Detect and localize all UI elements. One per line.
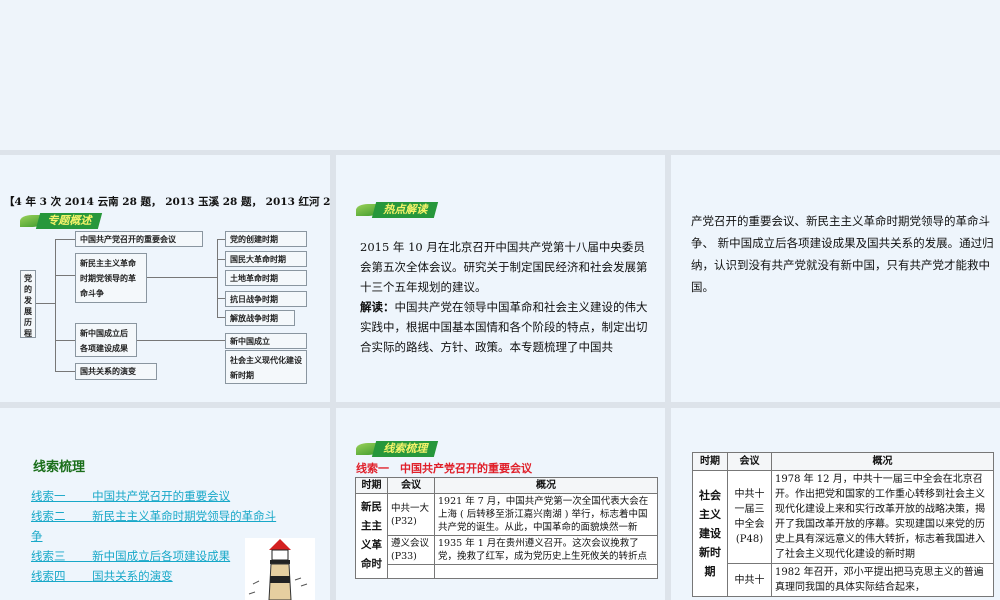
lighthouse-icon xyxy=(248,539,308,600)
hotspot-banner: 热点解读 xyxy=(356,202,439,218)
overview-banner: 专题概述 xyxy=(20,213,103,229)
table-row: 遵义会议 (P33) 1935 年 1 月在贵州遵义召开。这次会议挽救了党，挽救了… xyxy=(356,535,658,565)
clue-banner: 线索梳理 xyxy=(356,441,439,457)
tree-node: 党的创建时期 xyxy=(225,231,307,247)
table-row: 中共十 1982 年召开，邓小平提出把马克思主义的普遍真理同我国的具体实际结合起来… xyxy=(693,563,994,597)
clue1-continued-panel: 时期 会议 概况 社会主义建设新时期 中共十一届三中全会 (P48) 1978 年 12… xyxy=(671,408,1000,600)
tree-node: 新民主主义革命时期党领导的革命斗争 xyxy=(75,253,147,303)
clue-list-panel: 线索梳理 线索一 中国共产党召开的重要会议 线索二 新民主主义革命时期党领导的革… xyxy=(0,408,330,600)
tree-node: 解放战争时期 xyxy=(225,310,295,326)
clue1-panel: 线索梳理 线索一 中国共产党召开的重要会议 时期 会议 概况 新民主主义革命时 中共一… xyxy=(336,408,665,600)
clue1-table: 时期 会议 概况 新民主主义革命时 中共一大 (P32) 1921 年 7 月，中国共产… xyxy=(355,477,658,579)
clue1-title: 线索一 中国共产党召开的重要会议 xyxy=(356,462,532,475)
tree-node: 新中国成立后各项建设成果 xyxy=(75,323,137,357)
tree-node: 新中国成立 xyxy=(225,333,307,349)
tree-node: 土地革命时期 xyxy=(225,270,307,286)
tree-node: 国民大革命时期 xyxy=(225,251,307,267)
hotspot-panel: 热点解读 2015 年 10 月在北京召开中国共产党第十八届中央委员会第五次全体… xyxy=(336,155,665,402)
clue1b-table: 时期 会议 概况 社会主义建设新时期 中共十一届三中全会 (P48) 1978 年 12… xyxy=(692,452,994,597)
lighthouse-image xyxy=(245,538,315,600)
clue-link-1[interactable]: 线索一 中国共产党召开的重要会议 xyxy=(31,486,286,506)
tree-node: 中国共产党召开的重要会议 xyxy=(75,231,203,247)
tree-node: 社会主义现代化建设新时期 xyxy=(225,350,307,384)
tree-root: 党的发展历程 xyxy=(20,270,36,338)
tree-node: 抗日战争时期 xyxy=(225,291,307,307)
exam-note: 【4 年 3 次 2014 云南 28 题， 2013 玉溪 28 题， 201… xyxy=(4,196,330,208)
hotspot-news: 2015 年 10 月在北京召开中国共产党第十八届中央委员会第五次全体会议。研究… xyxy=(360,240,648,294)
clue-list-title: 线索梳理 xyxy=(33,460,86,475)
analysis-continued: 产党召开的重要会议、新民主主义革命时期党领导的革命斗争、 新中国成立后各项建设成… xyxy=(691,214,994,294)
overview-panel: 【4 年 3 次 2014 云南 28 题， 2013 玉溪 28 题， 201… xyxy=(0,155,330,402)
continuation-panel: 产党召开的重要会议、新民主主义革命时期党领导的革命斗争、 新中国成立后各项建设成… xyxy=(671,155,1000,402)
hotspot-analysis: 解读：中国共产党在领导中国革命和社会主义建设的伟大实践中，根据中国基本国情和各个… xyxy=(360,300,648,354)
tree-node: 国共关系的演变 xyxy=(75,363,157,380)
table-row: 新民主主义革命时 中共一大 (P32) 1921 年 7 月，中国共产党第一次全国代… xyxy=(355,493,658,579)
table-row: 社会主义建设新时期 中共十一届三中全会 (P48) 1978 年 12 月，中共十一… xyxy=(692,470,994,597)
top-blank-area xyxy=(0,0,1000,150)
